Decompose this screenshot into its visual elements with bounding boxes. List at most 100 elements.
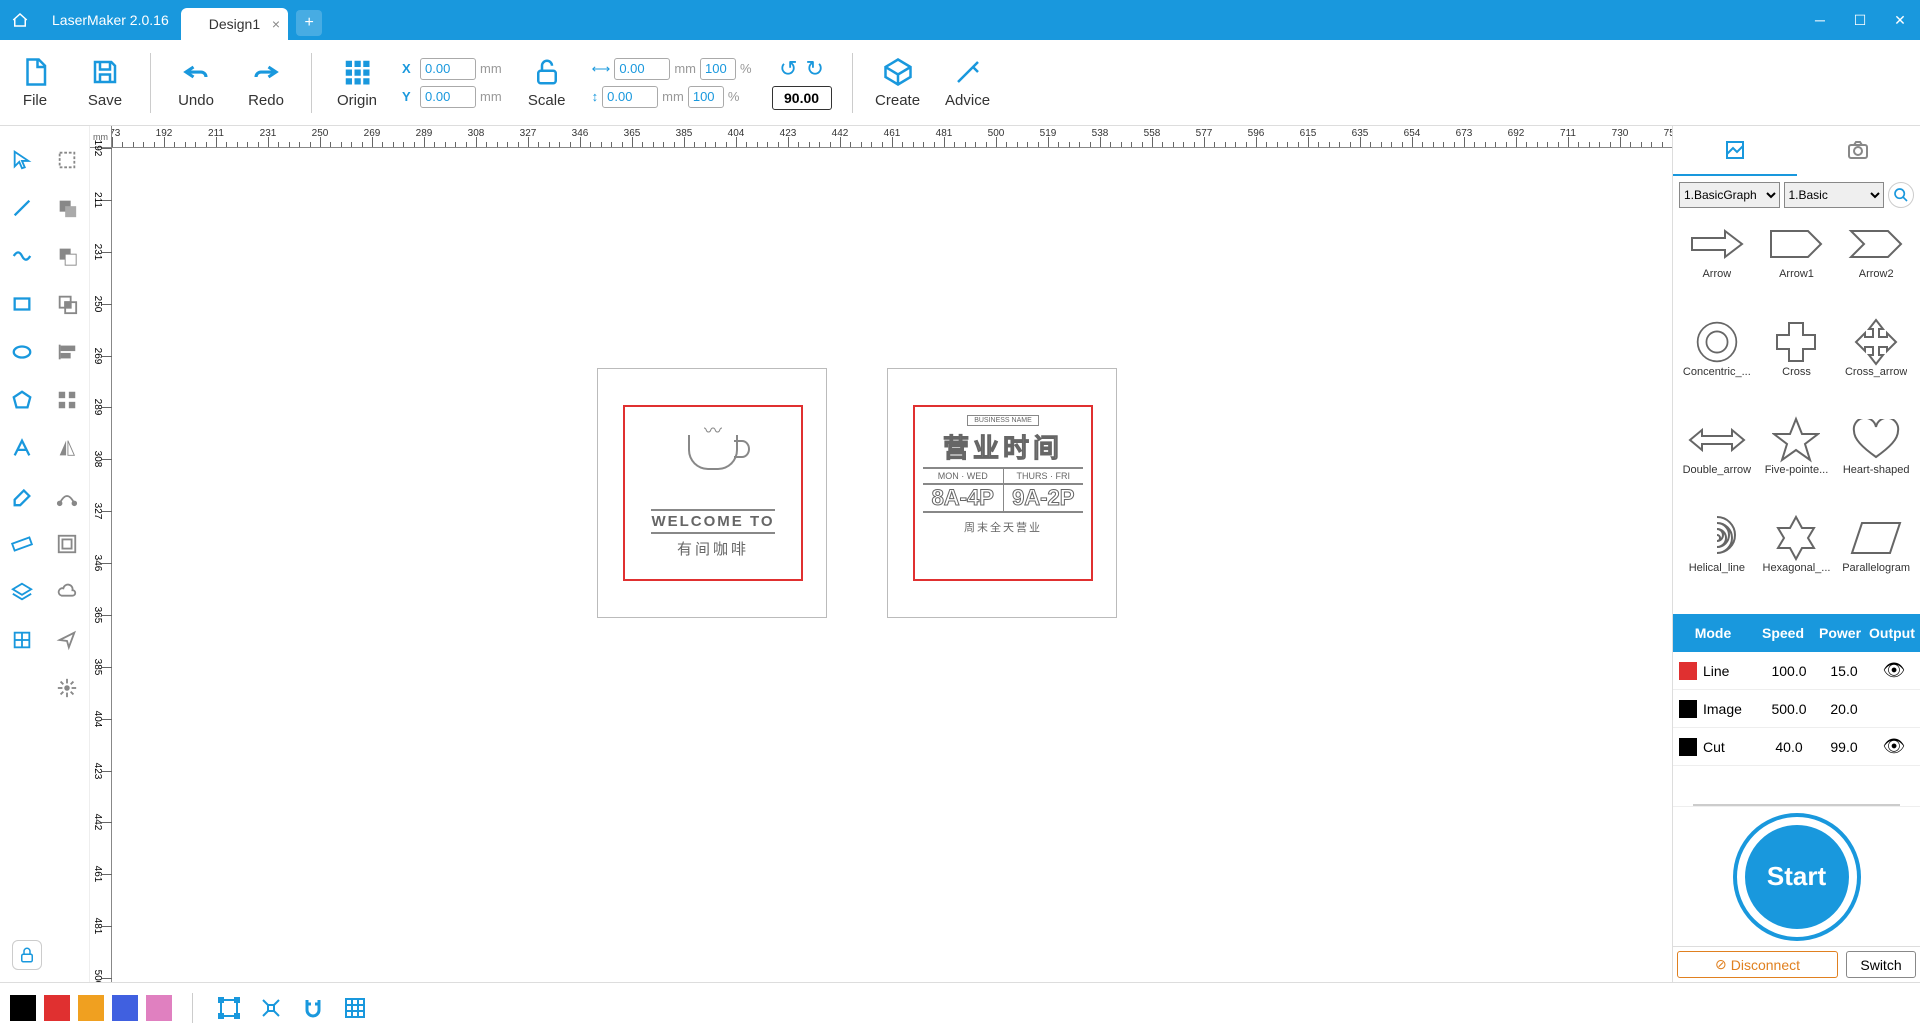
save-button[interactable]: Save: [80, 56, 130, 109]
y-input[interactable]: [420, 86, 476, 108]
color-swatch[interactable]: [78, 995, 104, 1021]
eraser-tool[interactable]: [0, 472, 45, 520]
shape-subcategory-select[interactable]: 1.Basic: [1784, 182, 1885, 208]
zoom-tool[interactable]: [255, 992, 287, 1024]
ruler-tool[interactable]: [0, 520, 45, 568]
maximize-button[interactable]: ☐: [1840, 0, 1880, 40]
switch-button[interactable]: Switch: [1846, 951, 1916, 978]
text-tool[interactable]: [0, 424, 45, 472]
path-edit-tool[interactable]: [45, 472, 90, 520]
lock-canvas-button[interactable]: [12, 940, 42, 970]
advice-button[interactable]: Advice: [943, 56, 993, 109]
layer-row-image[interactable]: Image 500.0 20.0: [1673, 690, 1920, 728]
shape-arrow2[interactable]: Arrow2: [1838, 220, 1914, 314]
rotate-cw-icon[interactable]: ↻: [806, 56, 824, 82]
shape-parallelogram[interactable]: Parallelogram: [1838, 514, 1914, 608]
layer-visibility-icon[interactable]: 👁: [1869, 660, 1919, 681]
days-right: THURS · FRI: [1004, 469, 1084, 483]
minimize-button[interactable]: ─: [1800, 0, 1840, 40]
rect-tool[interactable]: [0, 280, 45, 328]
shape-fivepointe[interactable]: Five-pointe...: [1759, 416, 1835, 510]
layer-color-swatch: [1679, 700, 1697, 718]
shape-doublearrow[interactable]: Double_arrow: [1679, 416, 1755, 510]
height-pct-input[interactable]: [688, 86, 724, 108]
rotate-ccw-icon[interactable]: ↺: [779, 56, 797, 82]
intersect-tool[interactable]: [45, 280, 90, 328]
height-input[interactable]: [602, 86, 658, 108]
layer-color-swatch: [1679, 738, 1697, 756]
grid-tool[interactable]: [339, 992, 371, 1024]
shapes-tab[interactable]: [1673, 126, 1797, 176]
x-input[interactable]: [420, 58, 476, 80]
layers-tool[interactable]: [0, 568, 45, 616]
shape-heartshaped[interactable]: Heart-shaped: [1838, 416, 1914, 510]
send-tool[interactable]: [45, 616, 90, 664]
shape-helicalline[interactable]: Helical_line: [1679, 514, 1755, 608]
align-tool[interactable]: [45, 328, 90, 376]
shape-crossarrow[interactable]: Cross_arrow: [1838, 318, 1914, 412]
file-button[interactable]: File: [10, 56, 60, 109]
close-button[interactable]: ✕: [1880, 0, 1920, 40]
subtract-tool[interactable]: [45, 232, 90, 280]
color-swatch[interactable]: [10, 995, 36, 1021]
array-tool[interactable]: [0, 616, 45, 664]
redo-button[interactable]: Redo: [241, 56, 291, 109]
add-tab-button[interactable]: +: [296, 10, 322, 36]
line-tool[interactable]: [0, 184, 45, 232]
polygon-tool[interactable]: [0, 376, 45, 424]
undo-button[interactable]: Undo: [171, 56, 221, 109]
create-button[interactable]: Create: [873, 56, 923, 109]
group-tool[interactable]: [45, 520, 90, 568]
design-card-2[interactable]: BUSINESS NAME 营业时间 MON · WED THURS · FRI…: [887, 368, 1117, 618]
camera-tab[interactable]: [1797, 126, 1920, 176]
color-swatch[interactable]: [146, 995, 172, 1021]
canvas[interactable]: 〰 WELCOME TO 有间咖啡 BUSINESS NAME 营业时间 MON…: [112, 148, 1672, 982]
layer-row-cut[interactable]: Cut 40.0 99.0 👁: [1673, 728, 1920, 766]
width-pct-input[interactable]: [700, 58, 736, 80]
bottom-bar: [0, 982, 1920, 1032]
rotate-angle-input[interactable]: [772, 86, 832, 110]
connection-status[interactable]: ⊘Disconnect: [1677, 951, 1838, 978]
shape-cross[interactable]: Cross: [1759, 318, 1835, 412]
save-icon: [89, 56, 121, 88]
tab-design1[interactable]: Design1 ×: [181, 8, 288, 40]
fit-tool[interactable]: [213, 992, 245, 1024]
color-swatch[interactable]: [44, 995, 70, 1021]
layer-row-line[interactable]: Line 100.0 15.0 👁: [1673, 652, 1920, 690]
shape-concentric[interactable]: Concentric_...: [1679, 318, 1755, 412]
cloud-tool[interactable]: [45, 568, 90, 616]
mirror-tool[interactable]: [45, 424, 90, 472]
home-icon[interactable]: [0, 11, 40, 29]
shape-label: Cross_arrow: [1845, 366, 1907, 378]
design-card-1[interactable]: 〰 WELCOME TO 有间咖啡: [597, 368, 827, 618]
burst-tool[interactable]: [45, 664, 90, 712]
layer-speed: 40.0: [1759, 739, 1819, 755]
shape-label: Arrow1: [1779, 268, 1814, 280]
shape-label: Heart-shaped: [1843, 464, 1910, 476]
app-name: LaserMaker 2.0.16: [40, 12, 181, 28]
distribute-tool[interactable]: [45, 376, 90, 424]
ellipse-tool[interactable]: [0, 328, 45, 376]
magnet-tool[interactable]: [297, 992, 329, 1024]
tab-close-icon[interactable]: ×: [272, 16, 280, 32]
union-tool[interactable]: [45, 184, 90, 232]
start-button[interactable]: Start: [1737, 817, 1857, 937]
shape-category-select[interactable]: 1.BasicGraph: [1679, 182, 1780, 208]
select-tool[interactable]: [0, 136, 45, 184]
shapes-grid: Arrow Arrow1 Arrow2 Concentric_...Cross Cros…: [1673, 214, 1920, 614]
search-icon[interactable]: [1888, 182, 1914, 208]
disconnect-icon: ⊘: [1715, 956, 1727, 973]
layer-power: 20.0: [1819, 701, 1869, 717]
layer-visibility-icon[interactable]: 👁: [1869, 736, 1919, 757]
curve-tool[interactable]: [0, 232, 45, 280]
shape-hexagonal[interactable]: Hexagonal_...: [1759, 514, 1835, 608]
left-tool-palette: [0, 126, 90, 982]
marquee-tool[interactable]: [45, 136, 90, 184]
shape-arrow1[interactable]: Arrow1: [1759, 220, 1835, 314]
width-input[interactable]: [614, 58, 670, 80]
origin-button[interactable]: Origin: [332, 56, 382, 109]
shape-arrow[interactable]: Arrow: [1679, 220, 1755, 314]
color-swatch[interactable]: [112, 995, 138, 1021]
scale-lock-button[interactable]: Scale: [522, 56, 572, 109]
layers-list: Line 100.0 15.0 👁 Image 500.0 20.0 Cut 4…: [1673, 652, 1920, 766]
